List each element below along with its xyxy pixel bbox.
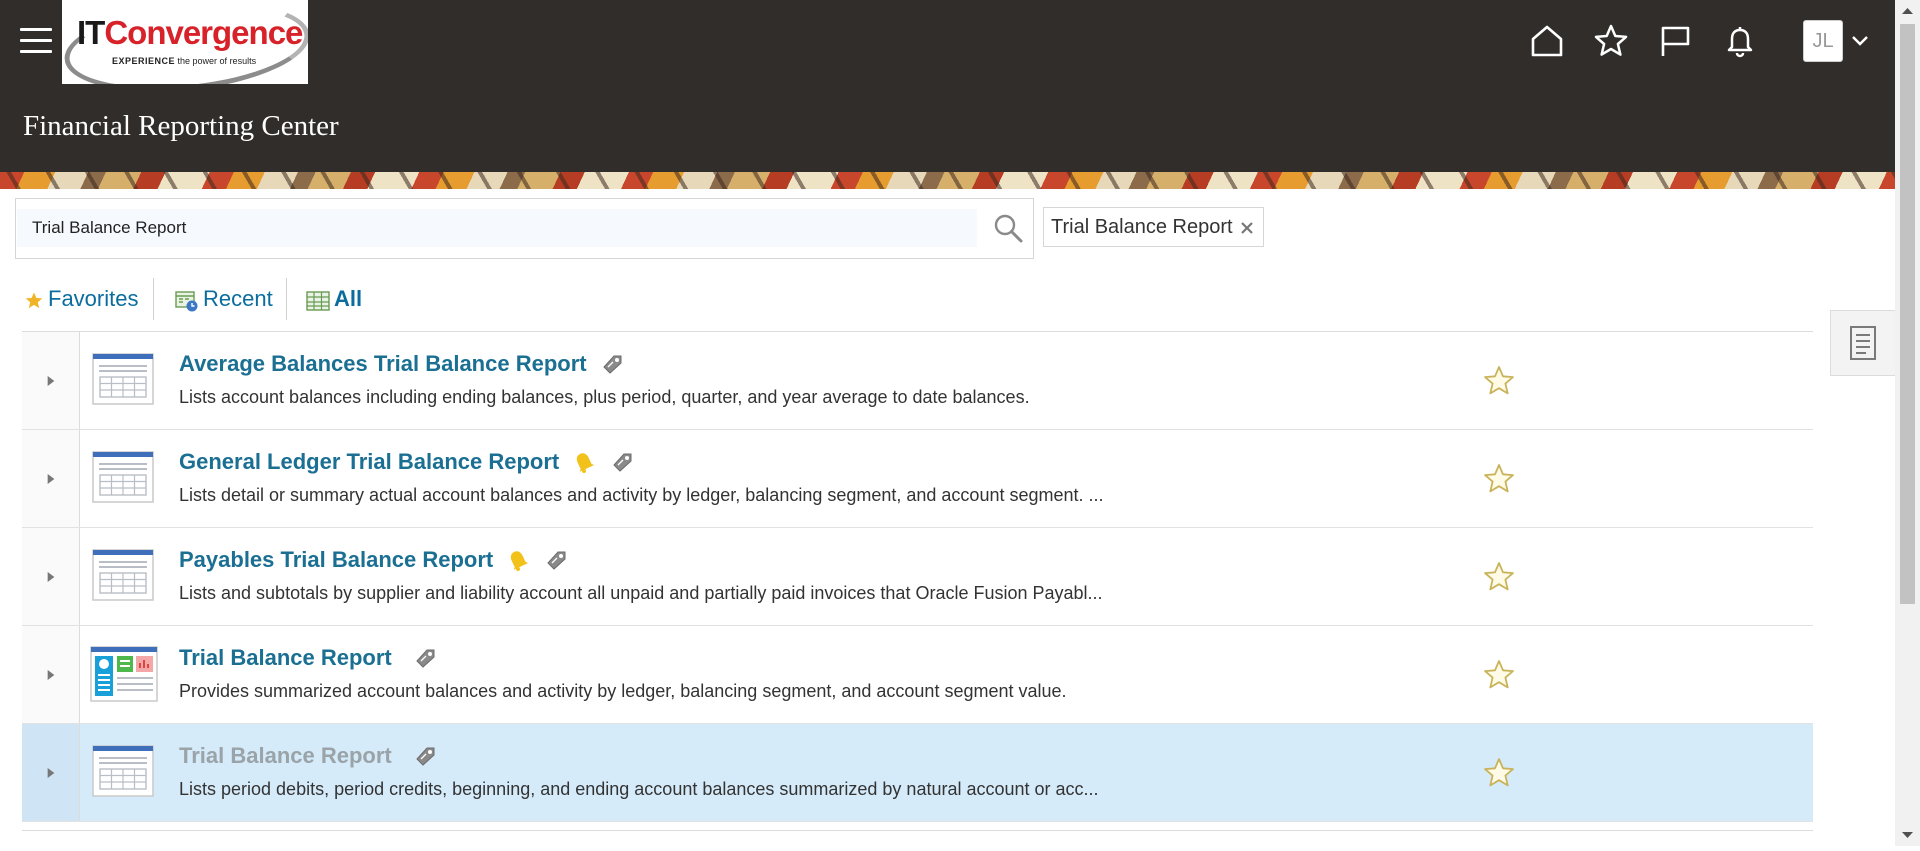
page-title: Financial Reporting Center [23, 110, 339, 142]
header-toolbar [0, 22, 1895, 62]
report-title-link[interactable]: Payables Trial Balance Report [179, 547, 493, 573]
scrollbar-thumb[interactable] [1900, 24, 1915, 604]
report-description: Lists detail or summary actual account b… [179, 485, 1104, 505]
tab-favorites[interactable]: Favorites [24, 278, 138, 320]
dashboard-report-icon [90, 646, 158, 702]
favorite-star-icon[interactable] [1482, 658, 1516, 692]
tag-icon[interactable] [412, 743, 438, 769]
document-list-icon [1850, 326, 1876, 360]
report-title-link[interactable]: Trial Balance Report [179, 645, 392, 671]
search-filter-chip: Trial Balance Report [1043, 207, 1264, 247]
user-avatar[interactable]: JL [1803, 20, 1843, 62]
search-container [15, 198, 1034, 259]
table-report-icon [92, 353, 154, 405]
report-row[interactable]: Trial Balance Report Provides summarized… [22, 626, 1813, 724]
report-title-link[interactable]: Average Balances Trial Balance Report [179, 351, 587, 377]
report-row-selected[interactable]: Trial Balance Report Lists period debits… [22, 724, 1813, 822]
scroll-up-arrow-icon[interactable] [1895, 0, 1920, 22]
filter-chip-label: Trial Balance Report [1051, 215, 1233, 238]
report-row[interactable]: Payables Trial Balance Report Lists and … [22, 528, 1813, 626]
expand-row-icon[interactable] [22, 626, 80, 723]
vertical-scrollbar[interactable] [1895, 0, 1920, 846]
tag-icon[interactable] [412, 645, 438, 671]
tab-divider [286, 278, 287, 320]
report-list: Average Balances Trial Balance Report Li… [22, 331, 1813, 831]
chevron-down-icon[interactable] [1851, 34, 1869, 48]
star-icon [25, 292, 43, 309]
grid-icon [306, 291, 330, 311]
favorites-star-icon[interactable] [1592, 22, 1630, 62]
tab-label: All [334, 286, 363, 311]
side-panel-toggle[interactable] [1830, 310, 1895, 376]
tab-label: Favorites [48, 286, 139, 311]
global-header: ITConvergence EXPERIENCE the power of re… [0, 0, 1895, 172]
list-divider [22, 822, 1813, 831]
close-icon[interactable] [1239, 219, 1255, 235]
report-title-line: Trial Balance Report [179, 743, 438, 769]
favorite-star-icon[interactable] [1482, 364, 1516, 398]
table-report-icon [92, 549, 154, 601]
flag-icon[interactable] [1656, 22, 1694, 62]
expand-row-icon[interactable] [22, 430, 80, 527]
report-title-line: Average Balances Trial Balance Report [179, 351, 625, 377]
tag-icon[interactable] [543, 547, 569, 573]
tab-recent[interactable]: Recent [175, 278, 273, 320]
expand-row-icon[interactable] [22, 724, 80, 821]
expand-row-icon[interactable] [22, 332, 80, 429]
report-title-link[interactable]: Trial Balance Report [179, 743, 392, 769]
report-title-link[interactable]: General Ledger Trial Balance Report [179, 449, 559, 475]
recent-calendar-icon [175, 291, 198, 312]
report-description: Lists period debits, period credits, beg… [179, 779, 1099, 799]
report-title-line: General Ledger Trial Balance Report [179, 449, 635, 475]
report-description: Lists and subtotals by supplier and liab… [179, 583, 1103, 603]
notifications-bell-icon[interactable] [1721, 22, 1759, 62]
tag-icon[interactable] [599, 351, 625, 377]
schedule-bell-icon[interactable] [505, 547, 531, 573]
scroll-down-arrow-icon[interactable] [1895, 824, 1920, 846]
tab-divider [153, 278, 154, 320]
decorative-banner-band [0, 172, 1895, 189]
table-report-icon [92, 451, 154, 503]
search-icon[interactable] [991, 211, 1025, 245]
schedule-bell-icon[interactable] [571, 449, 597, 475]
report-description: Lists account balances including ending … [179, 387, 1030, 407]
tag-icon[interactable] [609, 449, 635, 475]
search-input[interactable] [17, 209, 977, 247]
report-row[interactable]: Average Balances Trial Balance Report Li… [22, 332, 1813, 430]
report-title-line: Trial Balance Report [179, 645, 438, 671]
user-initials: JL [1812, 29, 1834, 52]
report-row[interactable]: General Ledger Trial Balance Report List… [22, 430, 1813, 528]
tab-label: Recent [203, 286, 273, 311]
favorite-star-icon[interactable] [1482, 462, 1516, 496]
table-report-icon [92, 745, 154, 797]
favorite-star-icon[interactable] [1482, 560, 1516, 594]
favorite-star-icon[interactable] [1482, 756, 1516, 790]
expand-row-icon[interactable] [22, 528, 80, 625]
report-description: Provides summarized account balances and… [179, 681, 1067, 701]
home-icon[interactable] [1528, 22, 1566, 62]
report-title-line: Payables Trial Balance Report [179, 547, 569, 573]
tab-all[interactable]: All [306, 278, 362, 320]
